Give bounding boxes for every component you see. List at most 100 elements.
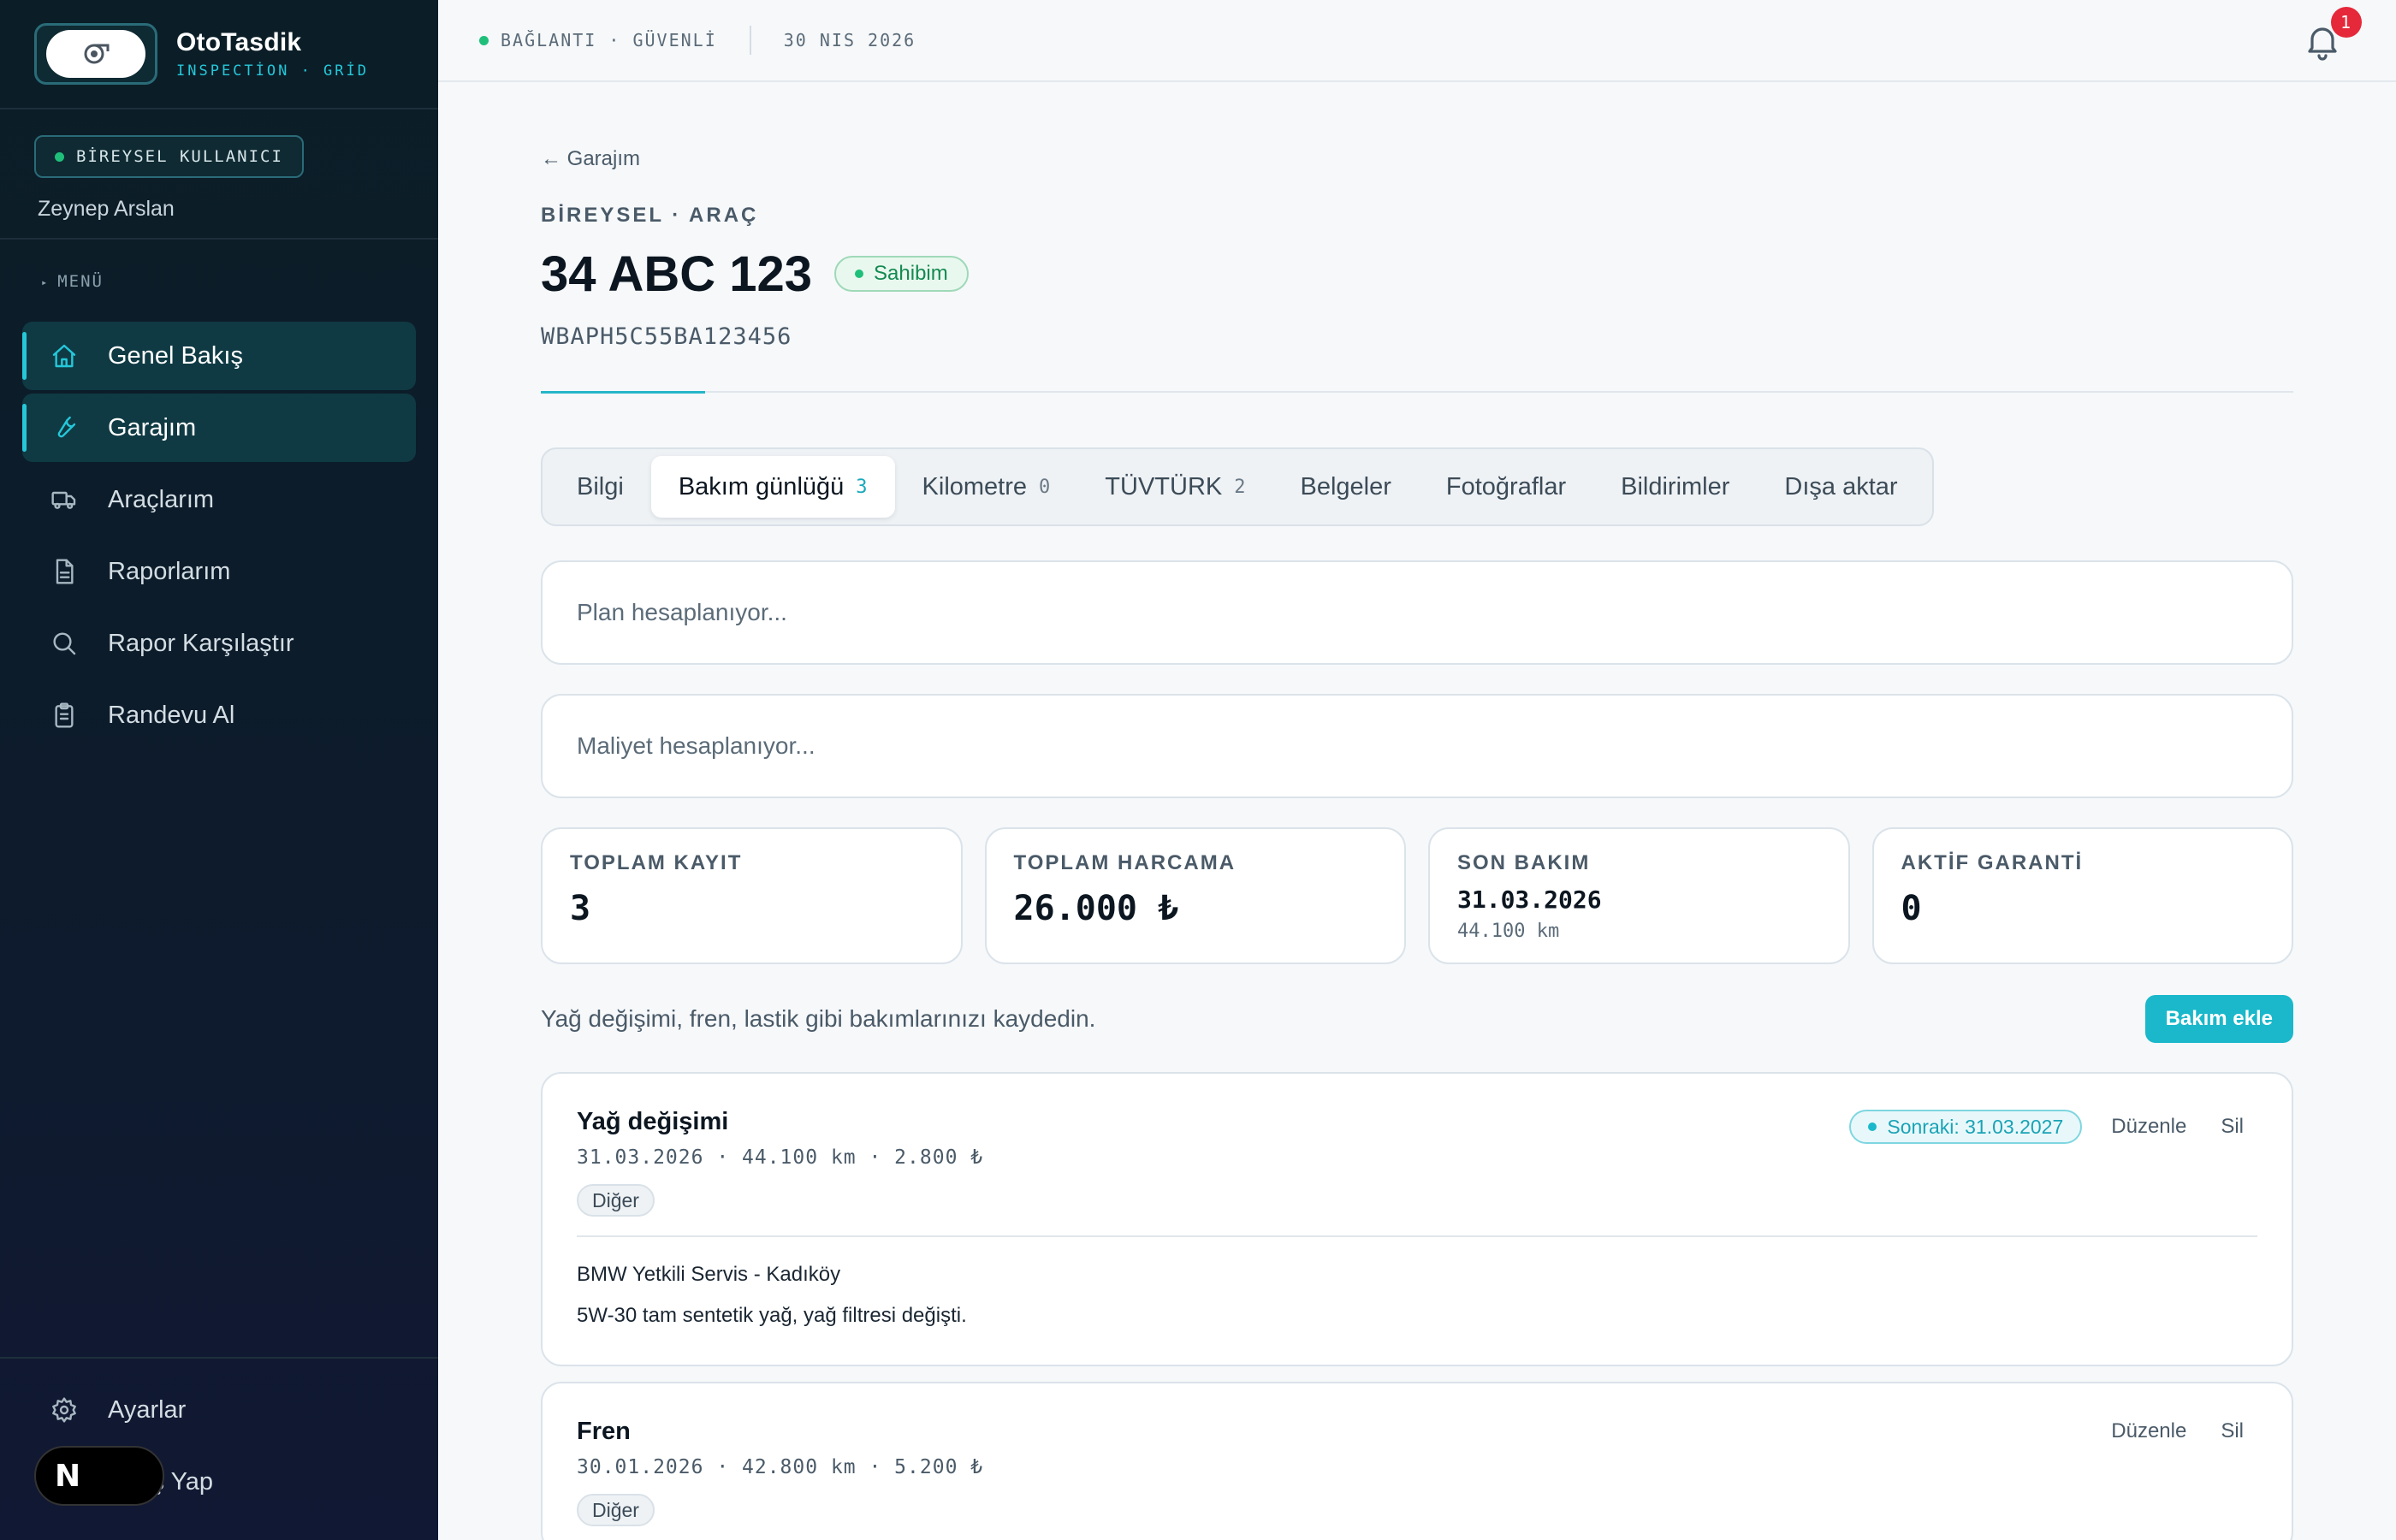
record-meta: 30.01.2026 · 42.800 km · 5.200 ₺ <box>577 1456 984 1478</box>
record-category-tag: Diğer <box>577 1184 655 1217</box>
nextjs-logo-icon: N <box>55 1458 81 1494</box>
brand-name: OtoTasdik <box>176 28 302 56</box>
next-due-badge: Sonraki: 31.03.2027 <box>1849 1110 2083 1144</box>
maintenance-record: Fren 30.01.2026 · 42.800 km · 5.200 ₺ Di… <box>541 1382 2293 1540</box>
notification-count-badge: 1 <box>2331 7 2362 38</box>
notifications-button[interactable]: 1 <box>2302 7 2362 62</box>
user-role-label: BİREYSEL KULLANICI <box>76 147 283 166</box>
stat-last-maintenance: SON BAKIM 31.03.2026 44.100 km <box>1428 827 1850 964</box>
sidebar-item-label: Raporlarım <box>108 557 231 585</box>
stat-total-records: TOPLAM KAYIT 3 <box>541 827 963 964</box>
tab-bakim-gunlugu[interactable]: Bakım günlüğü 3 <box>650 456 895 518</box>
stat-sub: 44.100 km <box>1457 921 1560 942</box>
brand-logo <box>34 23 157 85</box>
gear-icon <box>50 1395 79 1424</box>
sidebar-item-garajim[interactable]: Garajım <box>22 394 416 462</box>
main-content: ← Garajım BİREYSEL · ARAÇ 34 ABC 123 Sah… <box>541 82 2293 1540</box>
vehicle-eyebrow: BİREYSEL · ARAÇ <box>541 204 759 227</box>
current-date: 30 NIS 2026 <box>783 30 916 50</box>
clipboard-icon <box>50 701 79 730</box>
tab-kilometre[interactable]: Kilometre 0 <box>895 456 1078 518</box>
document-icon <box>50 557 79 586</box>
sidebar-item-genel-bakis[interactable]: Genel Bakış <box>22 322 416 390</box>
connection-status: BAĞLANTI · GÜVENLİ <box>501 30 717 50</box>
tab-fotograflar[interactable]: Fotoğraflar <box>1419 456 1593 518</box>
tab-count: 0 <box>1039 476 1051 498</box>
tab-disa-aktar[interactable]: Dışa aktar <box>1757 456 1925 518</box>
connection-status-dot <box>479 35 489 45</box>
stat-label: TOPLAM HARCAMA <box>1013 851 1237 874</box>
stat-value: 26.000 ₺ <box>1013 889 1179 928</box>
tab-bildirimler[interactable]: Bildirimler <box>1593 456 1757 518</box>
record-meta: 31.03.2026 · 44.100 km · 2.800 ₺ <box>577 1146 984 1169</box>
vehicle-tabs: Bilgi Bakım günlüğü 3 Kilometre 0 TÜVTÜRK 2… <box>541 447 1934 526</box>
nextjs-dev-indicator[interactable]: N <box>34 1446 164 1506</box>
stat-active-warranty: AKTİF GARANTİ 0 <box>1871 827 2293 964</box>
sidebar-item-label: Araçlarım <box>108 485 215 513</box>
plan-loading-text: Plan hesaplanıyor... <box>577 599 787 625</box>
sidebar-item-raporlarim[interactable]: Raporlarım <box>22 537 416 606</box>
record-service: BMW Yetkili Servis - Kadıköy <box>577 1263 841 1286</box>
stats-row: TOPLAM KAYIT 3 TOPLAM HARCAMA 26.000 ₺ S… <box>541 827 2293 964</box>
sidebar-item-rapor-karsilastir[interactable]: Rapor Karşılaştır <box>22 609 416 678</box>
wrench-icon <box>50 413 79 442</box>
ownership-badge: Sahibim <box>834 256 969 292</box>
online-status-dot <box>55 151 64 162</box>
stat-label: AKTİF GARANTİ <box>1901 851 2084 874</box>
next-due-dot <box>1868 1122 1877 1131</box>
tab-bilgi[interactable]: Bilgi <box>549 456 651 518</box>
vehicle-plate: 34 ABC 123 <box>541 246 813 302</box>
record-title: Fren <box>577 1418 631 1445</box>
cost-loading-text: Maliyet hesaplanıyor... <box>577 732 815 759</box>
sidebar-item-randevu-al[interactable]: Randevu Al <box>22 681 416 749</box>
ownership-dot <box>855 270 864 278</box>
back-to-garage-link[interactable]: ← Garajım <box>541 147 2293 176</box>
turbo-logo-icon <box>84 44 110 64</box>
edit-record-button[interactable]: Düzenle <box>2111 1115 2186 1139</box>
sidebar-item-ayarlar[interactable]: Ayarlar <box>22 1376 416 1444</box>
add-maintenance-button[interactable]: Bakım ekle <box>2144 995 2293 1043</box>
stat-value: 0 <box>1901 889 1922 928</box>
sidebar-item-label: Randevu Al <box>108 701 235 729</box>
user-name: Zeynep Arslan <box>38 197 175 221</box>
caret-right-icon: ▸ <box>41 275 50 288</box>
record-note: 5W-30 tam sentetik yağ, yağ filtresi değ… <box>577 1304 967 1327</box>
tab-count: 3 <box>856 476 868 498</box>
brand-subtitle: INSPECTİON · GRİD <box>176 62 369 80</box>
record-category-tag: Diğer <box>577 1494 655 1526</box>
home-icon <box>50 341 79 370</box>
tab-tuvturk[interactable]: TÜVTÜRK 2 <box>1077 456 1272 518</box>
brand[interactable]: OtoTasdik INSPECTİON · GRİD <box>0 0 438 110</box>
sidebar-item-araclarim[interactable]: Araçlarım <box>22 465 416 534</box>
stat-label: TOPLAM KAYIT <box>570 851 743 874</box>
user-block: BİREYSEL KULLANICI Zeynep Arslan <box>0 110 438 240</box>
sidebar-nav: Genel Bakış Garajım Araçlarım Raporlarım… <box>0 322 438 749</box>
stat-label: SON BAKIM <box>1457 851 1591 874</box>
menu-section-label: ▸ MENÜ <box>41 272 104 291</box>
tab-count: 2 <box>1234 476 1246 498</box>
sidebar-item-label: Rapor Karşılaştır <box>108 629 294 657</box>
sidebar-item-label: Ayarlar <box>108 1395 187 1424</box>
stat-total-spending: TOPLAM HARCAMA 26.000 ₺ <box>984 827 1406 964</box>
tab-belgeler[interactable]: Belgeler <box>1272 456 1418 518</box>
delete-record-button[interactable]: Sil <box>2221 1115 2244 1139</box>
stat-value: 31.03.2026 <box>1457 886 1602 914</box>
plan-loading-card: Plan hesaplanıyor... <box>541 560 2293 665</box>
vehicle-vin: WBAPH5C55BA123456 <box>541 323 792 350</box>
topbar-divider <box>749 26 751 55</box>
user-role-badge: BİREYSEL KULLANICI <box>34 135 304 178</box>
cost-loading-card: Maliyet hesaplanıyor... <box>541 694 2293 798</box>
topbar: BAĞLANTI · GÜVENLİ 30 NIS 2026 1 <box>438 0 2396 82</box>
stat-value: 3 <box>570 889 591 928</box>
sidebar-item-label: Genel Bakış <box>108 341 243 370</box>
sidebar-item-label: Garajım <box>108 413 197 441</box>
search-icon <box>50 629 79 658</box>
header-divider <box>541 391 2293 394</box>
truck-icon <box>50 485 79 514</box>
edit-record-button[interactable]: Düzenle <box>2111 1419 2186 1443</box>
maintenance-record: Yağ değişimi 31.03.2026 · 44.100 km · 2.… <box>541 1072 2293 1366</box>
record-divider <box>577 1235 2257 1237</box>
maintenance-hint: Yağ değişimi, fren, lastik gibi bakımlar… <box>541 1005 1096 1032</box>
sidebar: OtoTasdik INSPECTİON · GRİD BİREYSEL KUL… <box>0 0 438 1540</box>
delete-record-button[interactable]: Sil <box>2221 1419 2244 1443</box>
